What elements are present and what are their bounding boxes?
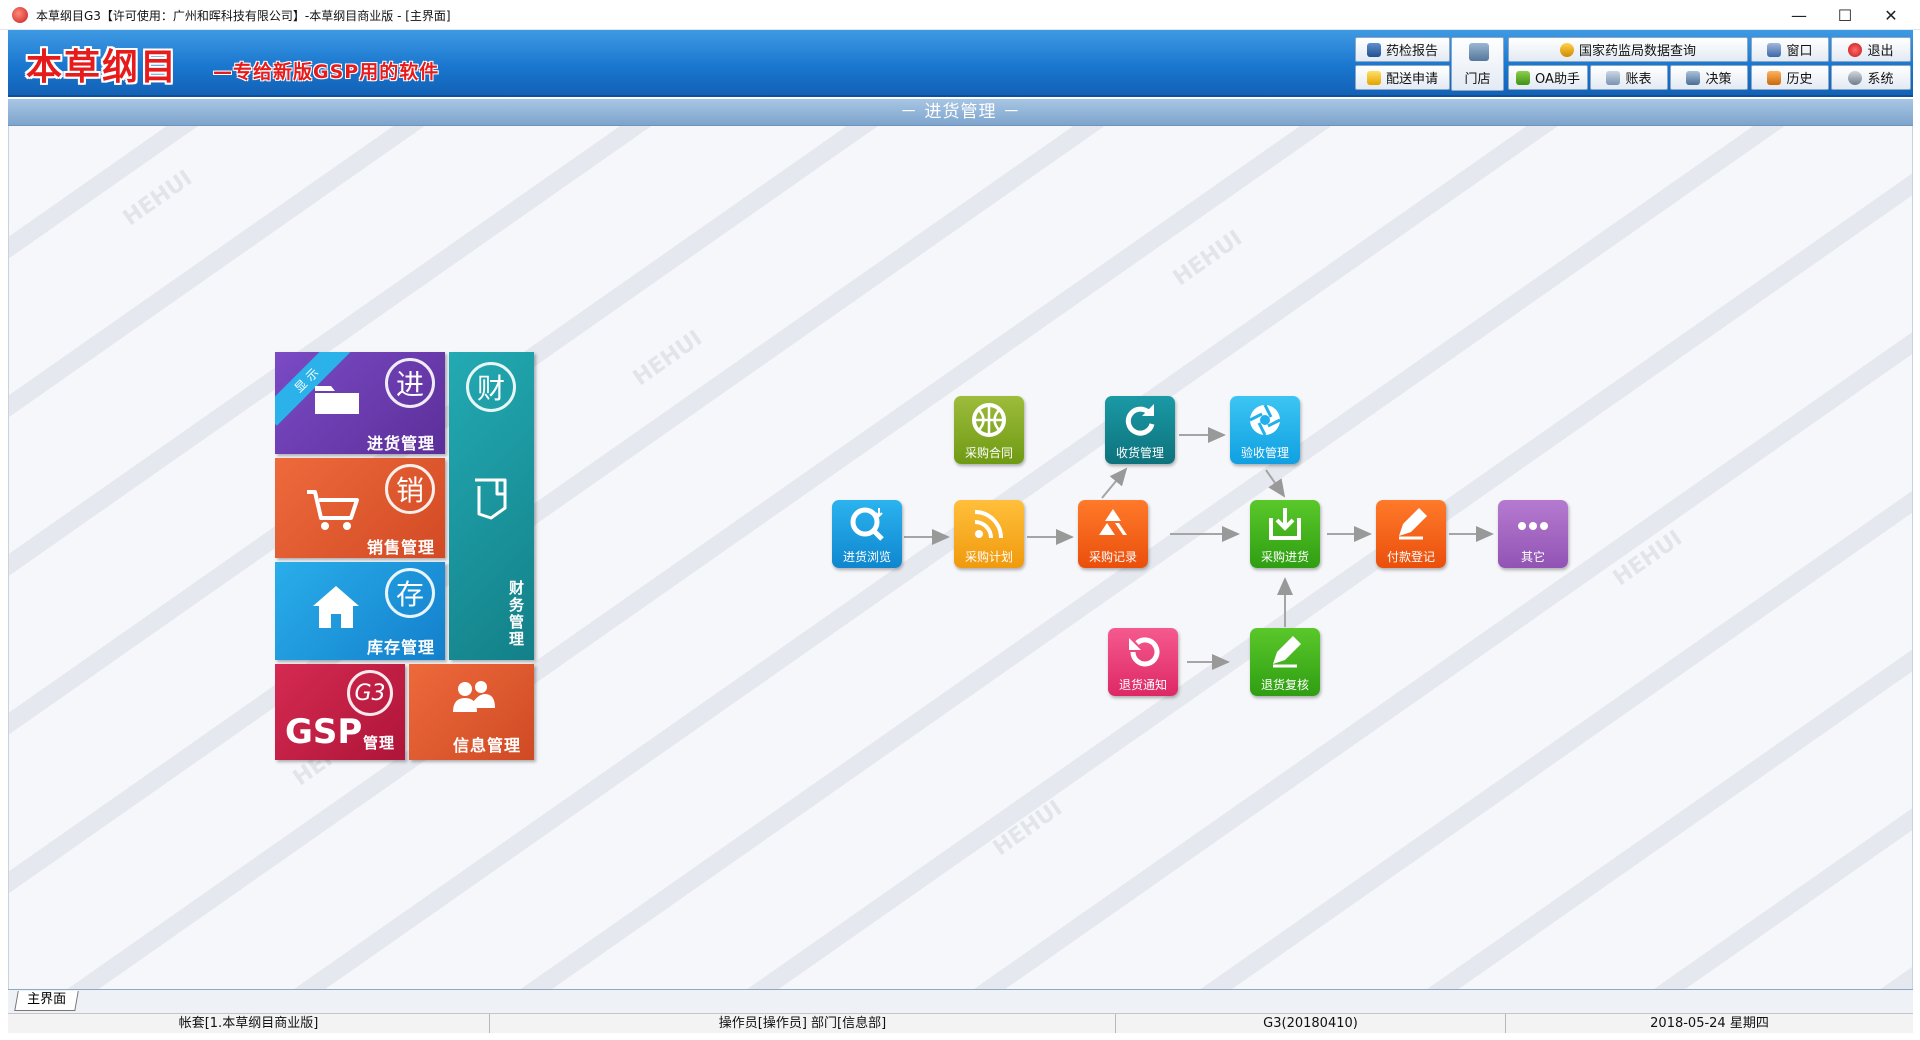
rss-icon (954, 504, 1024, 554)
basketball-icon (954, 400, 1024, 450)
refresh-icon (1105, 400, 1175, 450)
flow-receive-label: 收货管理 (1115, 446, 1164, 460)
more-icon (1498, 504, 1568, 554)
status-date: 2018-05-24 星期四 (1650, 1016, 1769, 1031)
app-window: 本草纲目G3【许可使用：广州和晖科技有限公司】-本草纲目商业版 - [主界面] … (0, 0, 1920, 1040)
flow-purchase-browse[interactable]: 进货浏览 (832, 500, 902, 568)
bottom-strip (0, 1033, 1920, 1040)
flow-purchase-contract[interactable]: 采购合同 (954, 396, 1024, 464)
status-account: 帐套[1.本草纲目商业版] (8, 1014, 490, 1034)
status-bar: 帐套[1.本草纲目商业版] 操作员[操作员] 部门[信息部] G3(201804… (8, 1013, 1913, 1034)
flow-record-label: 采购记录 (1088, 550, 1137, 564)
flow-return-review-label: 退货复核 (1260, 678, 1309, 692)
flow-other-label: 其它 (1520, 550, 1545, 564)
aperture-icon (1230, 400, 1300, 450)
tab-main[interactable]: 主界面 (14, 991, 79, 1011)
flow-plan-label: 采购计划 (964, 550, 1013, 564)
undo-icon (1108, 632, 1178, 682)
arrow-inspect-to-stockin (1265, 469, 1286, 498)
flow-purchase-stockin[interactable]: 采购进货 (1250, 500, 1320, 568)
flow-other[interactable]: 其它 (1498, 500, 1568, 568)
recycle-icon (1078, 504, 1148, 554)
flow-receive-management[interactable]: 收货管理 (1105, 396, 1175, 464)
flow-purchase-plan[interactable]: 采购计划 (954, 500, 1024, 568)
flow-stockin-label: 采购进货 (1260, 550, 1309, 564)
flow-return-review[interactable]: 退货复核 (1250, 628, 1320, 696)
pencil-icon (1376, 504, 1446, 554)
flow-contract-label: 采购合同 (964, 446, 1013, 460)
arrow-record-to-receive (1101, 467, 1128, 499)
flow-purchase-record[interactable]: 采购记录 (1078, 500, 1148, 568)
pencil-icon (1250, 632, 1320, 682)
flow-browse-label: 进货浏览 (842, 550, 891, 564)
flow-payment-register[interactable]: 付款登记 (1376, 500, 1446, 568)
flow-payment-label: 付款登记 (1386, 550, 1435, 564)
flow-inspect-management[interactable]: 验收管理 (1230, 396, 1300, 464)
search-icon (832, 504, 902, 554)
status-operator: 操作员[操作员] 部门[信息部] (490, 1014, 1116, 1034)
flow-return-notice[interactable]: 退货通知 (1108, 628, 1178, 696)
flow-return-notice-label: 退货通知 (1118, 678, 1167, 692)
status-version: G3(20180410) (1116, 1014, 1506, 1034)
tab-bar: 主界面 (8, 989, 1913, 1013)
download-box-icon (1250, 504, 1320, 554)
flow-inspect-label: 验收管理 (1240, 446, 1289, 460)
